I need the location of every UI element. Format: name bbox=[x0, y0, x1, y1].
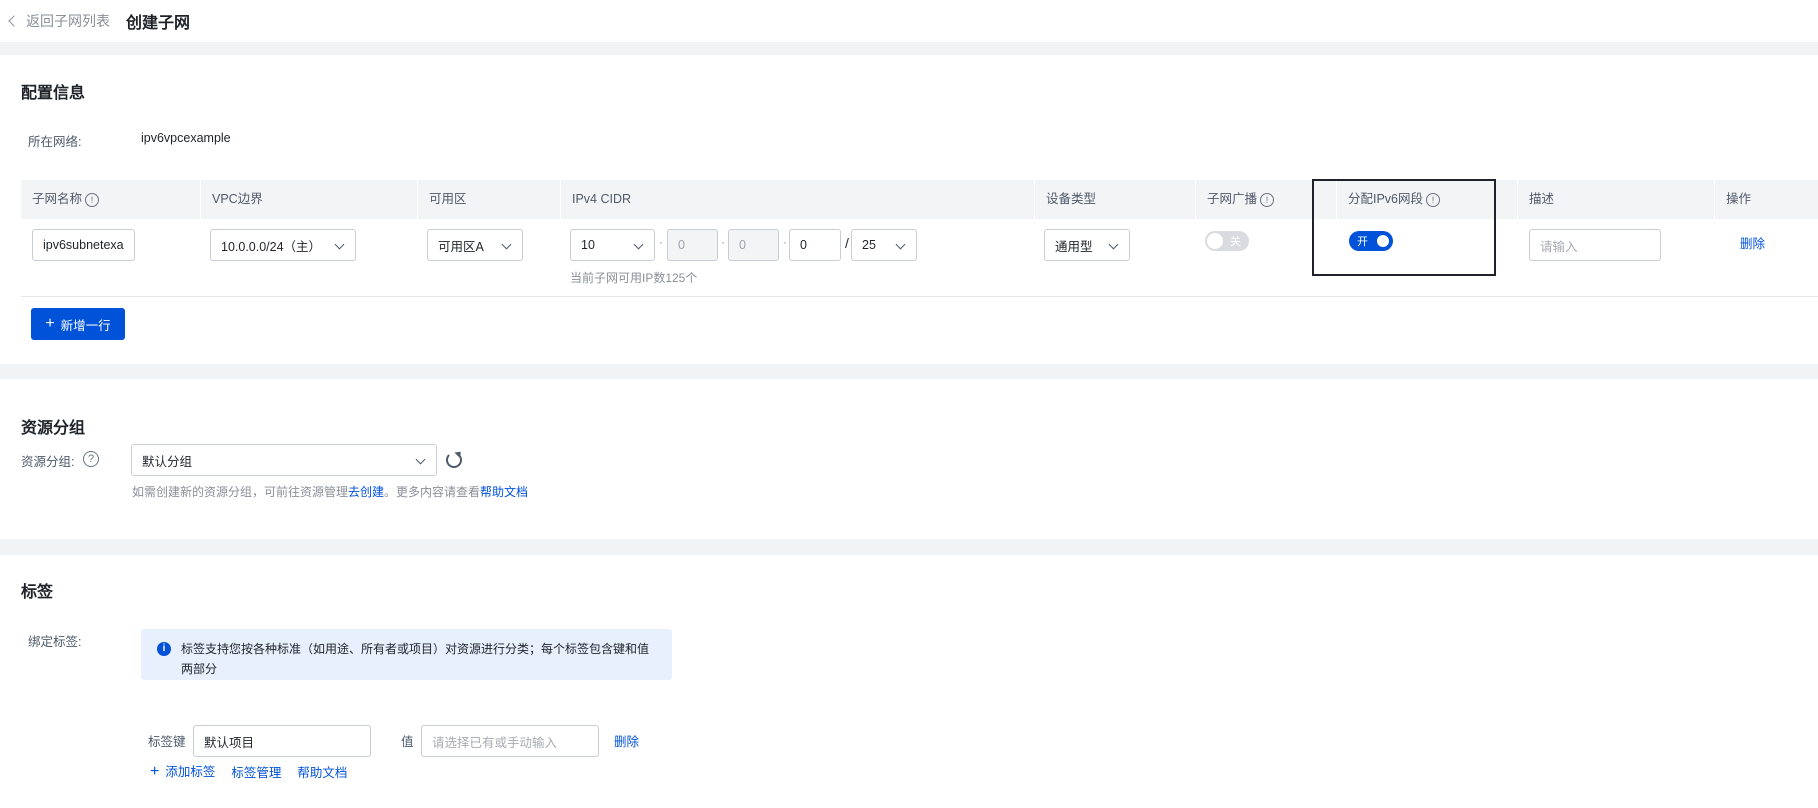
chevron-down-icon bbox=[633, 239, 644, 250]
mask-slash: / bbox=[845, 235, 849, 251]
tag-manage-link[interactable]: 标签管理 bbox=[231, 762, 281, 781]
ip-dot: · bbox=[659, 235, 663, 249]
add-row-button[interactable]: + 新增一行 bbox=[31, 308, 125, 340]
chevron-down-icon bbox=[334, 239, 345, 250]
col-device: 设备类型 bbox=[1034, 180, 1195, 219]
info-icon[interactable]: ! bbox=[85, 192, 100, 207]
ip-octet1-select[interactable]: 10 bbox=[570, 229, 655, 261]
resource-group-label: 资源分组: bbox=[21, 455, 75, 469]
chevron-down-icon bbox=[501, 239, 512, 250]
network-label: 所在网络: bbox=[28, 135, 82, 149]
help-icon[interactable]: ? bbox=[83, 451, 99, 467]
delete-row-link[interactable]: 删除 bbox=[1740, 233, 1765, 252]
ip-octet3-input: 0 bbox=[728, 229, 779, 261]
back-to-subnet-list[interactable]: 返回子网列表 bbox=[6, 11, 110, 31]
chevron-down-icon bbox=[1108, 239, 1119, 250]
tag-help-link[interactable]: 帮助文档 bbox=[297, 762, 347, 781]
col-ops: 操作 bbox=[1714, 180, 1818, 219]
available-ip-hint: 当前子网可用IP数125个 bbox=[570, 271, 698, 285]
chevron-down-icon bbox=[895, 239, 906, 250]
resource-help-link[interactable]: 帮助文档 bbox=[480, 485, 528, 499]
tag-actions: + 添加标签 标签管理 帮助文档 bbox=[150, 761, 347, 781]
tag-value-input[interactable]: 请选择已有或手动输入 bbox=[421, 725, 599, 757]
refresh-icon[interactable] bbox=[446, 452, 462, 468]
back-label: 返回子网列表 bbox=[26, 13, 110, 29]
plus-icon: + bbox=[150, 763, 160, 780]
tag-notice-text: 标签支持您按各种标准（如用途、所有者或项目）对资源进行分类；每个标签包含键和值 … bbox=[181, 642, 650, 676]
tag-key-input[interactable]: 默认项目 bbox=[193, 725, 371, 757]
col-vpc-border: VPC边界 bbox=[200, 180, 417, 219]
create-resource-link[interactable]: 去创建 bbox=[348, 485, 384, 499]
ip-dot: · bbox=[783, 235, 787, 249]
bind-tag-label: 绑定标签: bbox=[28, 635, 82, 649]
info-icon[interactable]: ! bbox=[1260, 192, 1275, 207]
add-tag-link[interactable]: + 添加标签 bbox=[150, 761, 215, 781]
delete-tag-link[interactable]: 删除 bbox=[614, 731, 639, 750]
tag-key-label: 标签键 bbox=[148, 735, 186, 749]
col-ipv4: IPv4 CIDR bbox=[560, 180, 1034, 219]
subnet-table-header: 子网名称! VPC边界 可用区 IPv4 CIDR 设备类型 子网广播! 分配I… bbox=[21, 180, 1818, 219]
col-zone: 可用区 bbox=[417, 180, 560, 219]
chevron-down-icon bbox=[415, 454, 426, 465]
subnet-name-input[interactable]: ipv6subnetexa bbox=[32, 229, 135, 261]
resource-section: 资源分组 资源分组: ? 默认分组 如需创建新的资源分组，可前往资源管理去创建。… bbox=[0, 379, 1818, 539]
ipv6-toggle[interactable]: 开 bbox=[1349, 231, 1393, 251]
tags-section-title: 标签 bbox=[21, 584, 54, 601]
resource-group-select[interactable]: 默认分组 bbox=[131, 444, 437, 476]
tag-value-label: 值 bbox=[401, 735, 414, 749]
col-name: 子网名称! bbox=[21, 180, 200, 219]
chevron-left-icon bbox=[8, 15, 20, 27]
mask-select[interactable]: 25 bbox=[851, 229, 917, 261]
ip-octet2-input: 0 bbox=[667, 229, 718, 261]
plus-icon: + bbox=[45, 315, 55, 332]
zone-select[interactable]: 可用区A bbox=[427, 229, 523, 261]
tag-notice: i 标签支持您按各种标准（如用途、所有者或项目）对资源进行分类；每个标签包含键和… bbox=[141, 629, 672, 680]
row-divider bbox=[21, 296, 1818, 297]
ipv6-highlight-box bbox=[1312, 179, 1496, 276]
ip-dot: · bbox=[721, 235, 725, 249]
broadcast-toggle[interactable]: 关 bbox=[1205, 231, 1249, 251]
config-section-title: 配置信息 bbox=[21, 85, 86, 102]
col-desc: 描述 bbox=[1517, 180, 1714, 219]
device-type-select[interactable]: 通用型 bbox=[1044, 229, 1130, 261]
network-value: ipv6vpcexample bbox=[141, 131, 231, 145]
config-section: 配置信息 所在网络: ipv6vpcexample 子网名称! VPC边界 可用… bbox=[0, 55, 1818, 364]
info-icon: i bbox=[157, 642, 171, 656]
top-bar: 返回子网列表 创建子网 bbox=[0, 0, 1818, 42]
toggle-knob bbox=[1207, 233, 1223, 249]
toggle-knob bbox=[1375, 233, 1391, 249]
description-input[interactable]: 请输入 bbox=[1529, 229, 1661, 261]
tags-section: 标签 绑定标签: i 标签支持您按各种标准（如用途、所有者或项目）对资源进行分类… bbox=[0, 555, 1818, 808]
vpc-border-select[interactable]: 10.0.0.0/24（主） bbox=[210, 229, 356, 261]
page-title: 创建子网 bbox=[126, 15, 191, 32]
resource-section-title: 资源分组 bbox=[21, 420, 86, 437]
resource-hint: 如需创建新的资源分组，可前往资源管理去创建。更多内容请查看帮助文档 bbox=[132, 485, 529, 499]
ip-octet4-input[interactable]: 0 bbox=[789, 229, 841, 261]
